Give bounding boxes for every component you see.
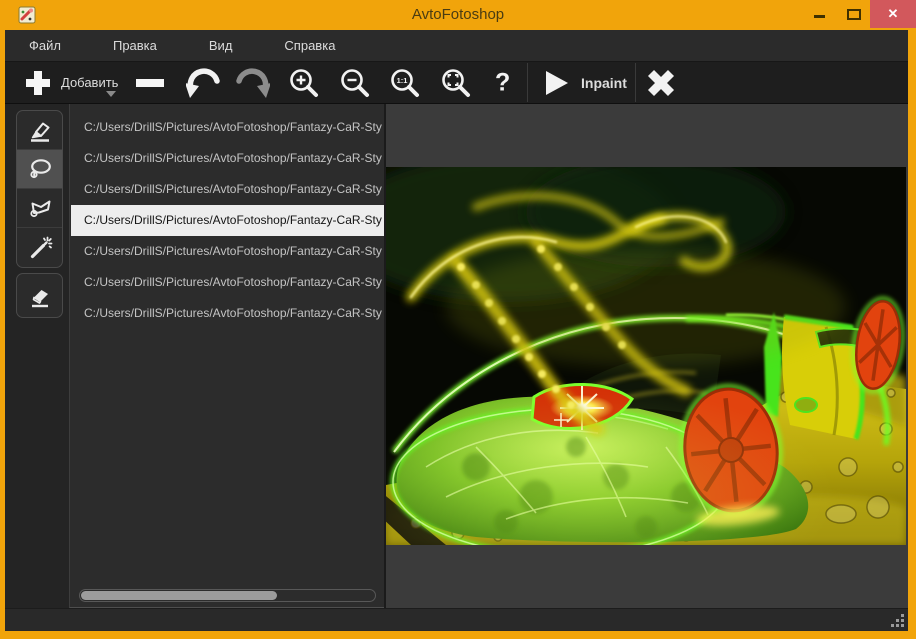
undo-button[interactable] xyxy=(186,66,220,100)
inpaint-canvas-image[interactable] xyxy=(386,167,906,545)
list-item[interactable]: C:/Users/DrillS/Pictures/AvtoFotoshop/Fa… xyxy=(71,205,384,236)
add-button-label: Добавить xyxy=(61,75,119,90)
help-icon: ? xyxy=(495,68,511,96)
list-item[interactable]: C:/Users/DrillS/Pictures/AvtoFotoshop/Fa… xyxy=(71,267,384,298)
minimize-icon xyxy=(814,15,825,18)
eraser-tool-button[interactable] xyxy=(16,273,63,318)
lasso-icon xyxy=(29,159,51,179)
magic-wand-tool-button[interactable] xyxy=(17,228,62,267)
redo-icon xyxy=(236,67,270,98)
selection-tool-group xyxy=(16,110,63,268)
maximize-icon xyxy=(847,9,861,20)
add-icon xyxy=(26,70,50,95)
tool-sidebar xyxy=(5,104,69,608)
zoom-fit-icon xyxy=(442,68,470,97)
list-item[interactable]: C:/Users/DrillS/Pictures/AvtoFotoshop/Fa… xyxy=(71,112,384,143)
menu-help[interactable]: Справка xyxy=(274,30,345,61)
play-icon xyxy=(546,70,568,95)
resize-grip-icon[interactable] xyxy=(891,614,905,628)
statusbar xyxy=(5,608,908,631)
inpaint-button-label: Inpaint xyxy=(581,74,627,91)
toolbar-separator xyxy=(527,63,528,102)
scrollbar-thumb[interactable] xyxy=(81,591,277,600)
remove-icon xyxy=(136,78,164,87)
zoom-in-button[interactable] xyxy=(288,67,320,99)
zoom-out-icon xyxy=(341,68,369,97)
zoom-fit-button[interactable] xyxy=(440,67,472,99)
maximize-button[interactable] xyxy=(841,0,867,28)
file-list-panel: C:/Users/DrillS/Pictures/AvtoFotoshop/Fa… xyxy=(69,104,384,608)
zoom-in-icon xyxy=(290,68,318,97)
list-item[interactable]: C:/Users/DrillS/Pictures/AvtoFotoshop/Fa… xyxy=(71,298,384,329)
titlebar[interactable]: AvtoFotoshop ✕ xyxy=(0,0,916,30)
toolbar: Добавить 1:1 ? Inpaint xyxy=(5,62,908,104)
zoom-actual-icon: 1:1 xyxy=(391,68,419,97)
close-button[interactable]: ✕ xyxy=(870,0,916,28)
inpaint-button[interactable]: Inpaint xyxy=(545,70,627,96)
file-list-rows: C:/Users/DrillS/Pictures/AvtoFotoshop/Fa… xyxy=(71,112,384,329)
menu-view[interactable]: Вид xyxy=(199,30,243,61)
svg-text:1:1: 1:1 xyxy=(397,76,408,85)
canvas-panel xyxy=(386,104,908,608)
marker-pen-icon xyxy=(30,122,49,142)
app-window: AvtoFotoshop ✕ Файл Правка Вид Справка Д… xyxy=(0,0,916,639)
redo-button[interactable] xyxy=(236,66,270,100)
list-item[interactable]: C:/Users/DrillS/Pictures/AvtoFotoshop/Fa… xyxy=(71,236,384,267)
list-item[interactable]: C:/Users/DrillS/Pictures/AvtoFotoshop/Fa… xyxy=(71,174,384,205)
lasso-tool-button[interactable] xyxy=(17,150,62,189)
menu-edit[interactable]: Правка xyxy=(103,30,167,61)
undo-icon xyxy=(186,67,220,98)
minimize-button[interactable] xyxy=(806,0,832,28)
menubar: Файл Правка Вид Справка xyxy=(5,30,908,62)
add-dropdown-caret-icon[interactable] xyxy=(106,91,116,97)
help-button[interactable]: ? xyxy=(495,70,510,95)
polygon-lasso-icon xyxy=(29,200,50,218)
polygon-lasso-tool-button[interactable] xyxy=(17,189,62,228)
toolbar-separator xyxy=(635,63,636,102)
add-button[interactable]: Добавить xyxy=(23,68,118,98)
clear-button[interactable] xyxy=(646,68,676,98)
window-title: AvtoFotoshop xyxy=(411,6,505,23)
menu-file[interactable]: Файл xyxy=(19,30,71,61)
remove-button[interactable] xyxy=(134,68,166,98)
eraser-icon xyxy=(31,289,48,307)
marker-tool-button[interactable] xyxy=(17,111,62,150)
zoom-actual-button[interactable]: 1:1 xyxy=(389,67,421,99)
horizontal-scrollbar[interactable] xyxy=(79,589,376,602)
magic-wand-icon xyxy=(30,236,52,258)
list-item[interactable]: C:/Users/DrillS/Pictures/AvtoFotoshop/Fa… xyxy=(71,143,384,174)
zoom-out-button[interactable] xyxy=(339,67,371,99)
clear-icon xyxy=(647,69,675,96)
